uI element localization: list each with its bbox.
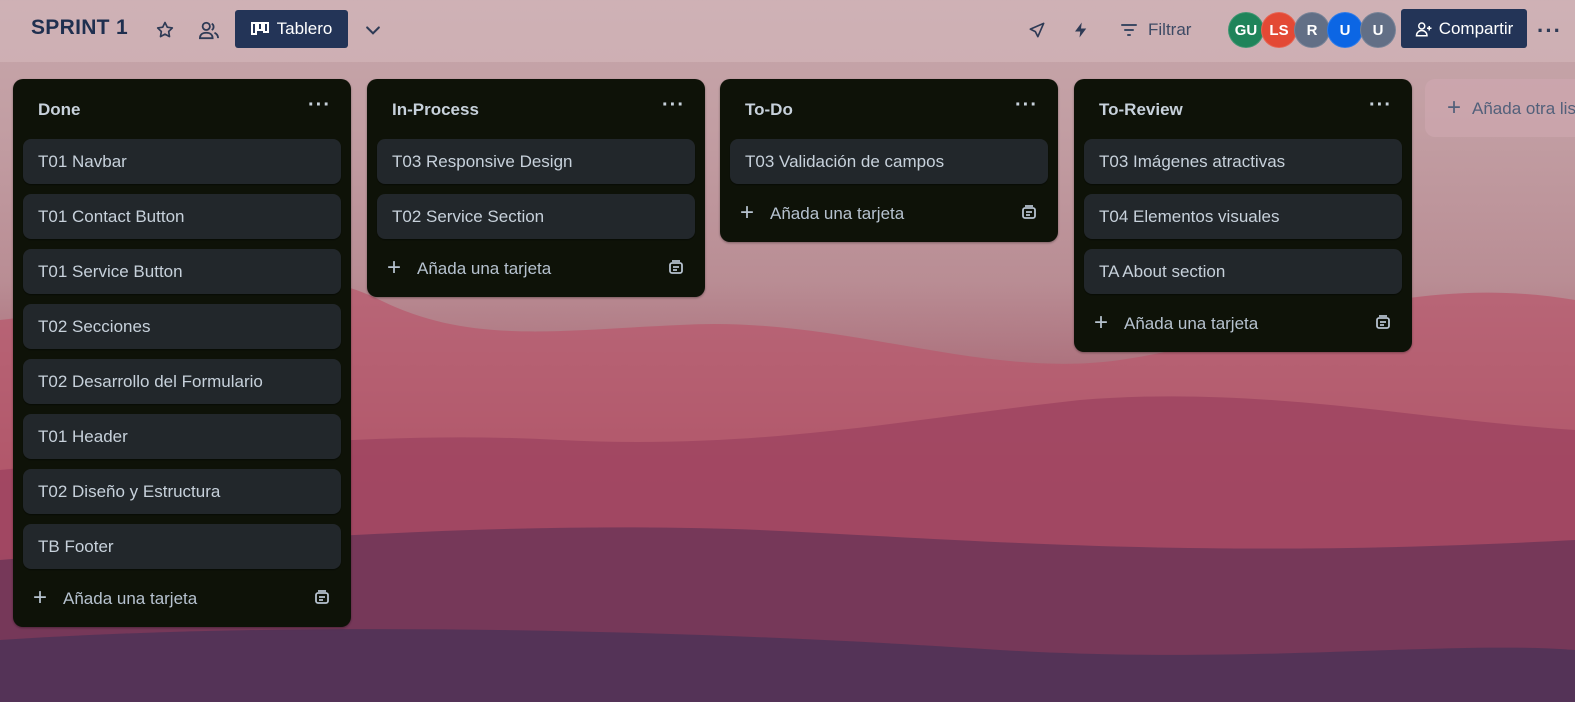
add-card-button[interactable]: + Añada una tarjeta <box>1074 300 1412 352</box>
workspace-visibility-icon <box>198 21 219 40</box>
filter-label: Filtrar <box>1148 20 1192 39</box>
card[interactable]: T01 Contact Button <box>23 194 341 239</box>
view-switcher-button[interactable] <box>357 14 389 46</box>
card-template-icon[interactable] <box>1374 314 1392 332</box>
list-in-process: In-Process ··· T03 Responsive Design T02… <box>367 79 705 297</box>
card[interactable]: T04 Elementos visuales <box>1084 194 1402 239</box>
share-label: Compartir <box>1438 18 1514 38</box>
list-menu-button[interactable]: ··· <box>1015 94 1038 117</box>
avatar[interactable]: GU <box>1228 12 1264 48</box>
filter-button[interactable]: Filtrar <box>1120 13 1191 47</box>
more-icon: ··· <box>1369 94 1392 116</box>
list-title[interactable]: To-Review <box>1099 100 1183 120</box>
list-header: To-Review ··· <box>1074 79 1412 139</box>
card[interactable]: T01 Service Button <box>23 249 341 294</box>
add-card-label: Añada una tarjeta <box>63 589 198 608</box>
card[interactable]: T03 Imágenes atractivas <box>1084 139 1402 184</box>
card[interactable]: T03 Responsive Design <box>377 139 695 184</box>
more-icon: ··· <box>1537 18 1562 43</box>
card[interactable]: T01 Navbar <box>23 139 341 184</box>
list-header: Done ··· <box>13 79 351 139</box>
lightning-icon <box>1075 22 1087 38</box>
automation-button[interactable] <box>1065 14 1097 46</box>
plus-icon: + <box>387 254 402 281</box>
plus-icon: + <box>740 199 755 226</box>
card[interactable]: T03 Validación de campos <box>730 139 1048 184</box>
list-menu-button[interactable]: ··· <box>308 94 331 117</box>
workspace-visibility-button[interactable] <box>193 14 225 46</box>
list-done: Done ··· T01 Navbar T01 Contact Button T… <box>13 79 351 627</box>
list-menu-button[interactable]: ··· <box>1369 94 1392 117</box>
filter-icon <box>1121 24 1137 36</box>
list-title[interactable]: Done <box>38 100 81 120</box>
add-card-label: Añada una tarjeta <box>417 259 552 278</box>
avatar[interactable]: U <box>1327 12 1363 48</box>
chevron-down-icon <box>366 26 380 35</box>
add-card-button[interactable]: + Añada una tarjeta <box>720 190 1058 242</box>
add-card-button[interactable]: + Añada una tarjeta <box>13 575 351 627</box>
board-view-label: Tablero <box>276 19 333 38</box>
more-icon: ··· <box>662 94 685 116</box>
list-header: In-Process ··· <box>367 79 705 139</box>
card-template-icon[interactable] <box>667 259 685 277</box>
board-menu-button[interactable]: ··· <box>1537 18 1562 44</box>
board-header: SPRINT 1 Tablero Filtrar GU LS R U U Com… <box>0 0 1575 62</box>
card[interactable]: T02 Secciones <box>23 304 341 349</box>
share-button[interactable]: Compartir <box>1401 9 1527 48</box>
card[interactable]: T01 Header <box>23 414 341 459</box>
board-view-icon <box>250 22 269 35</box>
plus-icon: + <box>1447 94 1462 121</box>
add-card-button[interactable]: + Añada una tarjeta <box>367 245 705 297</box>
list-menu-button[interactable]: ··· <box>662 94 685 117</box>
add-list-button[interactable]: + Añada otra lista <box>1425 79 1575 137</box>
plus-icon: + <box>1094 309 1109 336</box>
add-list-label: Añada otra lista <box>1472 99 1575 118</box>
list-title[interactable]: In-Process <box>392 100 479 120</box>
avatar[interactable]: LS <box>1261 12 1297 48</box>
card[interactable]: T02 Service Section <box>377 194 695 239</box>
rocket-icon <box>1029 22 1045 38</box>
board-view-button[interactable]: Tablero <box>235 10 348 48</box>
add-card-label: Añada una tarjeta <box>1124 314 1259 333</box>
add-member-icon <box>1415 21 1432 36</box>
more-icon: ··· <box>308 94 331 116</box>
card-template-icon[interactable] <box>1020 204 1038 222</box>
list-to-do: To-Do ··· T03 Validación de campos + Aña… <box>720 79 1058 242</box>
card[interactable]: T02 Diseño y Estructura <box>23 469 341 514</box>
card-template-icon[interactable] <box>313 589 331 607</box>
star-icon <box>156 21 174 38</box>
more-icon: ··· <box>1015 94 1038 116</box>
card[interactable]: TB Footer <box>23 524 341 569</box>
star-board-button[interactable] <box>149 14 181 46</box>
board-title[interactable]: SPRINT 1 <box>31 16 128 40</box>
list-header: To-Do ··· <box>720 79 1058 139</box>
list-title[interactable]: To-Do <box>745 100 793 120</box>
avatar[interactable]: R <box>1294 12 1330 48</box>
list-to-review: To-Review ··· T03 Imágenes atractivas T0… <box>1074 79 1412 352</box>
powerups-button[interactable] <box>1021 14 1053 46</box>
plus-icon: + <box>33 584 48 611</box>
card[interactable]: TA About section <box>1084 249 1402 294</box>
avatar[interactable]: U <box>1360 12 1396 48</box>
card[interactable]: T02 Desarrollo del Formulario <box>23 359 341 404</box>
add-card-label: Añada una tarjeta <box>770 204 905 223</box>
